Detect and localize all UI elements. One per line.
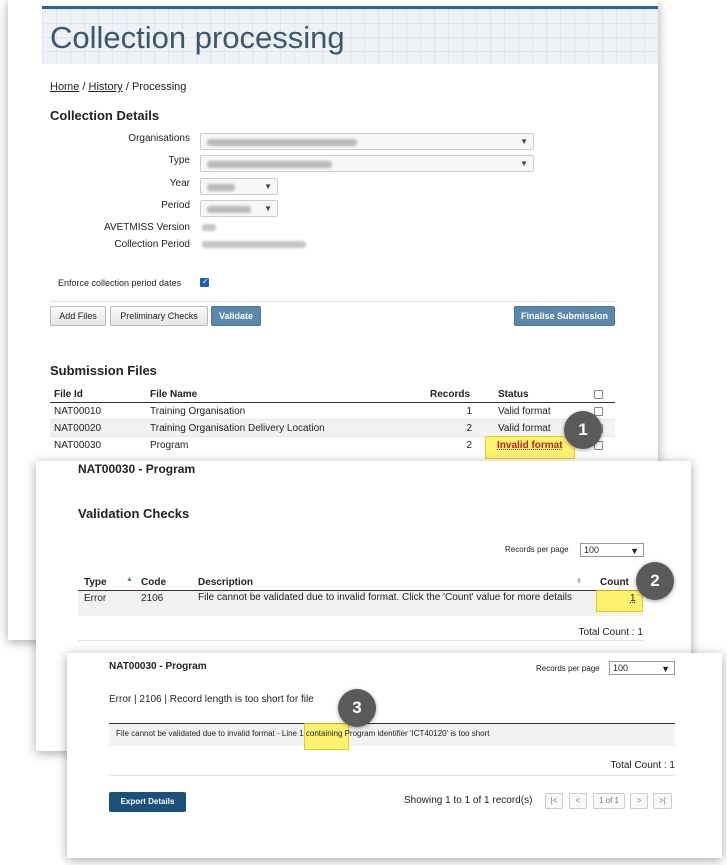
records-per-page-value: 100	[584, 545, 600, 555]
validate-button[interactable]: Validate	[211, 306, 261, 326]
table-row: NAT00020 Training Organisation Delivery …	[50, 420, 615, 437]
table-row: NAT00010 Training Organisation 1 Valid f…	[50, 403, 615, 420]
callout-badge-2: 2	[636, 562, 674, 600]
file-id: NAT00030	[54, 440, 102, 451]
error-summary: Error | 2106 | Record length is too shor…	[109, 694, 314, 705]
breadcrumb-separator: /	[125, 81, 129, 93]
check-description: File cannot be validated due to invalid …	[198, 592, 573, 603]
chevron-down-icon: ▼	[264, 182, 272, 191]
invalid-format-link[interactable]: Invalid format	[497, 440, 563, 451]
callout-badge-3: 3	[338, 689, 376, 727]
table-header: File Id File Name Records Status	[50, 386, 615, 403]
first-page-button[interactable]: |<	[545, 793, 563, 809]
year-label: Year	[169, 178, 190, 189]
chevron-down-icon: ▼	[520, 137, 528, 146]
col-code[interactable]: Code	[141, 577, 166, 588]
prev-page-button[interactable]: <	[569, 793, 587, 809]
submission-files-heading: Submission Files	[50, 363, 157, 378]
file-name: Training Organisation	[150, 406, 246, 417]
callout-badge-1: 1	[564, 411, 602, 449]
pagination-info: Showing 1 to 1 of 1 record(s)	[404, 795, 533, 806]
add-files-button[interactable]: Add Files	[50, 306, 106, 326]
sort-icon: ⬍	[576, 578, 582, 585]
divider	[78, 640, 643, 641]
year-select[interactable]: ▼	[200, 178, 278, 195]
error-detail-window: NAT00030 - Program Records per page 100 ▼…	[67, 653, 722, 858]
enforce-dates-checkbox[interactable]	[200, 277, 209, 287]
records-per-page-value: 100	[613, 663, 629, 673]
file-id: NAT00020	[54, 423, 102, 434]
col-type[interactable]: Type	[84, 577, 107, 588]
validation-checks-heading: Validation Checks	[78, 506, 190, 521]
type-label: Type	[168, 155, 190, 166]
file-name: Training Organisation Delivery Location	[150, 423, 325, 434]
col-file-id: File Id	[54, 389, 83, 400]
file-id: NAT00010	[54, 406, 102, 417]
col-file-name: File Name	[150, 389, 198, 400]
table-row: Error 2106 File cannot be validated due …	[78, 591, 643, 616]
breadcrumb-home[interactable]: Home	[50, 81, 79, 93]
avetmiss-version-value	[202, 224, 216, 231]
file-status: Valid format	[498, 423, 551, 434]
col-records: Records	[430, 389, 471, 400]
finalise-submission-button[interactable]: Finalise Submission	[514, 306, 615, 326]
validation-table-header: Type ▲ Code Description ⬍ Count	[78, 574, 643, 591]
records-per-page-label: Records per page	[536, 664, 600, 673]
records-per-page-select[interactable]: 100 ▼	[580, 543, 644, 557]
records-per-page-select[interactable]: 100 ▼	[609, 661, 675, 675]
divider	[50, 301, 616, 302]
validation-file-title: NAT00030 - Program	[78, 462, 196, 476]
export-details-button[interactable]: Export Details	[109, 792, 186, 812]
collection-period-value	[202, 241, 306, 248]
type-select[interactable]: ▼	[200, 155, 534, 172]
preliminary-checks-button[interactable]: Preliminary Checks	[110, 306, 208, 326]
file-records: 2	[466, 423, 472, 434]
period-label: Period	[161, 200, 190, 211]
last-page-button[interactable]: >|	[653, 793, 672, 809]
col-status: Status	[498, 389, 529, 400]
file-status: Valid format	[498, 406, 551, 417]
chevron-down-icon: ▼	[520, 159, 528, 168]
breadcrumb: Home / History / Processing	[50, 81, 186, 93]
col-count[interactable]: Count	[600, 577, 629, 588]
collection-details-heading: Collection Details	[50, 108, 160, 123]
select-all-checkbox[interactable]	[594, 390, 603, 399]
validation-total-count: Total Count : 1	[578, 627, 643, 638]
avetmiss-version-label: AVETMISS Version	[104, 222, 190, 233]
next-page-button[interactable]: >	[630, 793, 648, 809]
page-indicator: 1 of 1	[593, 793, 625, 809]
file-records: 2	[466, 440, 472, 451]
col-description[interactable]: Description	[198, 577, 253, 588]
error-message: File cannot be validated due to invalid …	[116, 729, 490, 738]
detail-file-title: NAT00030 - Program	[109, 661, 207, 672]
chevron-down-icon: ▼	[264, 204, 272, 213]
breadcrumb-history[interactable]: History	[89, 81, 123, 93]
chevron-down-icon: ▼	[661, 664, 670, 674]
check-code: 2106	[141, 593, 164, 604]
period-select[interactable]: ▼	[200, 200, 278, 217]
check-type: Error	[84, 593, 107, 604]
records-per-page-label: Records per page	[505, 545, 569, 554]
collection-period-label: Collection Period	[114, 239, 190, 250]
divider	[109, 775, 675, 776]
organisations-select[interactable]: ▼	[200, 133, 534, 150]
breadcrumb-separator: /	[82, 81, 86, 93]
sort-asc-icon: ▲	[126, 576, 133, 583]
file-records: 1	[466, 406, 472, 417]
file-name: Program	[150, 440, 189, 451]
chevron-down-icon: ▼	[630, 546, 639, 556]
page-title: Collection processing	[50, 20, 345, 55]
detail-total-count: Total Count : 1	[610, 760, 675, 771]
organisations-label: Organisations	[128, 133, 190, 144]
enforce-dates-label: Enforce collection period dates	[58, 278, 182, 288]
breadcrumb-current: Processing	[131, 81, 187, 93]
count-link[interactable]: 1	[630, 593, 636, 604]
